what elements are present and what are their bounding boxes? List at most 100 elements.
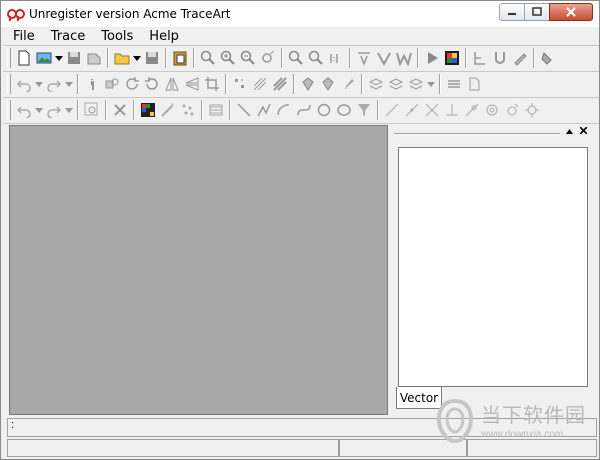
rotate-button[interactable] <box>122 74 142 94</box>
quadrant-button[interactable] <box>502 100 522 120</box>
wand-button[interactable] <box>158 100 178 120</box>
polyline-tool-button[interactable] <box>254 100 274 120</box>
zoom-area-button[interactable] <box>258 48 278 68</box>
layer-button[interactable] <box>366 74 386 94</box>
layer-dropdown[interactable] <box>426 74 436 94</box>
zoom-100-button[interactable] <box>306 48 326 68</box>
zoom-in-button[interactable] <box>218 48 238 68</box>
inspect-button[interactable] <box>82 100 102 120</box>
toolbar-separator <box>293 74 295 94</box>
pen-button[interactable] <box>510 48 530 68</box>
layer-more-button[interactable] <box>406 74 426 94</box>
segment-button[interactable] <box>382 100 402 120</box>
fill-button[interactable] <box>298 74 318 94</box>
ellipse-tool-button[interactable] <box>334 100 354 120</box>
snap-button[interactable] <box>522 100 542 120</box>
menu-file[interactable]: File <box>5 27 43 45</box>
magnet-button[interactable] <box>490 48 510 68</box>
hatch-icon <box>253 77 267 91</box>
new-file-button[interactable] <box>14 48 34 68</box>
brush-button[interactable] <box>338 74 358 94</box>
toolbar-separator <box>377 100 379 120</box>
rotate-left-button[interactable] <box>142 74 162 94</box>
intersect-button[interactable] <box>422 100 442 120</box>
layer-icon <box>368 78 384 90</box>
paste-button[interactable] <box>170 48 190 68</box>
dots-button[interactable] <box>230 74 250 94</box>
delete-button[interactable] <box>110 100 130 120</box>
toolbar-grip[interactable] <box>7 48 11 68</box>
open-image-button[interactable] <box>34 48 54 68</box>
export-button[interactable] <box>84 48 104 68</box>
perpendicular-button[interactable] <box>442 100 462 120</box>
open-folder-button[interactable] <box>112 48 132 68</box>
menu-tools[interactable]: Tools <box>93 27 141 45</box>
vector-list[interactable] <box>398 147 588 387</box>
color-picker-button[interactable] <box>138 100 158 120</box>
tangent-button[interactable] <box>462 100 482 120</box>
crop-shape-button[interactable] <box>102 74 122 94</box>
hatch-button[interactable] <box>250 74 270 94</box>
funnel-icon <box>358 104 370 116</box>
toolbar-separator <box>77 100 79 120</box>
menu-help[interactable]: Help <box>141 27 187 45</box>
layer-alt-button[interactable] <box>386 74 406 94</box>
fill-alt-button[interactable] <box>318 74 338 94</box>
image-icon <box>36 52 52 64</box>
snap-icon <box>525 103 539 117</box>
line-tool-button[interactable] <box>234 100 254 120</box>
align-button[interactable] <box>444 74 464 94</box>
zoom-fit-button[interactable] <box>286 48 306 68</box>
zoom-out-button[interactable] <box>198 48 218 68</box>
flip-horizontal-button[interactable] <box>162 74 182 94</box>
view-w-button[interactable] <box>394 48 414 68</box>
zoom-minus-button[interactable] <box>238 48 258 68</box>
toolbar-grip[interactable] <box>7 100 11 120</box>
segment-alt-button[interactable] <box>402 100 422 120</box>
panel-restore-button[interactable] <box>566 126 573 136</box>
redo-button[interactable] <box>44 74 64 94</box>
paint-button[interactable] <box>538 48 558 68</box>
crop-button[interactable] <box>202 74 222 94</box>
toolbar-separator <box>133 100 135 120</box>
fit-width-button[interactable] <box>354 48 374 68</box>
info-button[interactable] <box>82 74 102 94</box>
close-button[interactable] <box>549 3 593 21</box>
document-button[interactable] <box>464 74 484 94</box>
menu-trace[interactable]: Trace <box>43 27 94 45</box>
save-vector-button[interactable] <box>142 48 162 68</box>
save-button[interactable] <box>64 48 84 68</box>
curve-tool-button[interactable] <box>294 100 314 120</box>
vector-undo-button[interactable] <box>14 100 34 120</box>
run-trace-button[interactable] <box>422 48 442 68</box>
maximize-button[interactable] <box>524 3 550 21</box>
export-icon <box>87 53 101 65</box>
color-palette-button[interactable] <box>442 48 462 68</box>
stack-button[interactable] <box>206 100 226 120</box>
open-image-dropdown[interactable] <box>54 48 64 68</box>
open-folder-dropdown[interactable] <box>132 48 142 68</box>
vector-redo-button[interactable] <box>44 100 64 120</box>
undo-dropdown[interactable] <box>34 74 44 94</box>
flip-vertical-button[interactable] <box>182 74 202 94</box>
vector-redo-dropdown[interactable] <box>64 100 74 120</box>
funnel-tool-button[interactable] <box>354 100 374 120</box>
node-tool-button[interactable] <box>470 48 490 68</box>
arc-tool-button[interactable] <box>274 100 294 120</box>
panel-grip[interactable] <box>394 133 560 135</box>
magnifier-icon <box>84 102 98 116</box>
canvas-area[interactable] <box>9 125 388 415</box>
actual-size-button[interactable] <box>326 48 346 68</box>
vector-undo-dropdown[interactable] <box>34 100 44 120</box>
toolbar-separator <box>417 48 419 68</box>
view-v-button[interactable] <box>374 48 394 68</box>
scatter-button[interactable] <box>178 100 198 120</box>
minimize-button[interactable] <box>499 3 525 21</box>
circle-tool-button[interactable] <box>314 100 334 120</box>
panel-close-button[interactable] <box>579 126 588 136</box>
undo-button[interactable] <box>14 74 34 94</box>
center-button[interactable] <box>482 100 502 120</box>
toolbar-grip[interactable] <box>7 74 11 94</box>
hatch-alt-button[interactable] <box>270 74 290 94</box>
redo-dropdown[interactable] <box>64 74 74 94</box>
